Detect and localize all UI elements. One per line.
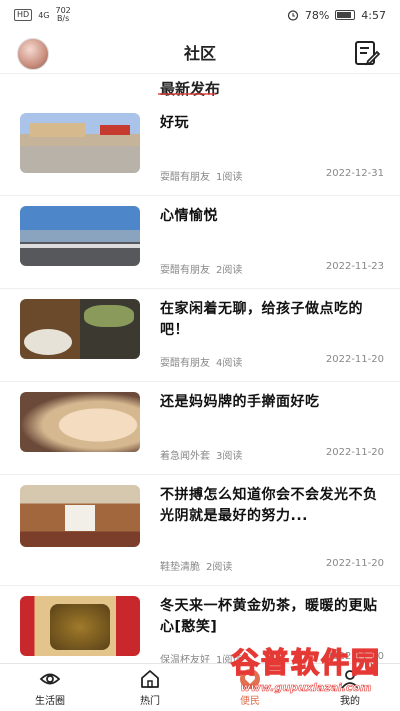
post-reads: 1阅读 — [216, 172, 243, 183]
post-author: 保温杯友好 — [160, 655, 210, 663]
post-date: 2022-12-31 — [325, 168, 384, 179]
user-icon — [341, 670, 359, 689]
post-item[interactable]: 冬天来一杯黄金奶茶，暖暖的更贴心[憨笑] 保温杯友好 1阅读 2022-11-2… — [0, 586, 400, 663]
heart-icon — [240, 669, 260, 689]
post-feed[interactable]: 最新发布 好玩 耍醋有朋友 1阅读 2022-12-31 心情愉悦 耍醋有朋友 … — [0, 75, 400, 663]
post-reads: 2阅读 — [216, 265, 243, 276]
post-thumbnail — [20, 206, 140, 266]
post-thumbnail — [20, 485, 140, 547]
alarm-icon — [287, 10, 298, 21]
tab-label: 热门 — [140, 696, 160, 707]
post-meta: 着急闻外套 3阅读 2022-11-20 — [160, 447, 384, 462]
post-author: 耍醋有朋友 — [160, 172, 210, 183]
tab-mine[interactable]: 我的 — [300, 664, 400, 711]
post-item[interactable]: 不拼搏怎么知道你会不会发光不负光阴就是最好的努力... 鞋垫清脆 2阅读 202… — [0, 475, 400, 586]
post-meta: 鞋垫清脆 2阅读 2022-11-20 — [160, 558, 384, 573]
tab-label: 生活圈 — [35, 696, 65, 707]
tab-life-circle[interactable]: 生活圈 — [0, 664, 100, 711]
home-icon — [141, 670, 159, 688]
post-author: 着急闻外套 — [160, 451, 210, 462]
post-date: 2022-11-20 — [325, 447, 384, 458]
post-title: 在家闲着无聊，给孩子做点吃的吧！ — [160, 301, 363, 338]
tab-label: 我的 — [340, 696, 360, 707]
post-meta: 耍醋有朋友 4阅读 2022-11-20 — [160, 354, 384, 369]
post-thumbnail — [20, 299, 140, 359]
tab-hot[interactable]: 热门 — [100, 664, 200, 711]
post-title: 心情愉悦 — [160, 208, 218, 224]
avatar[interactable] — [17, 38, 49, 70]
post-date: 2022-11-23 — [325, 261, 384, 272]
post-title: 冬天来一杯黄金奶茶，暖暖的更贴心[憨笑] — [160, 598, 378, 635]
post-date: 2022-11-20 — [325, 558, 384, 569]
post-meta: 耍醋有朋友 2阅读 2022-11-23 — [160, 261, 384, 276]
post-info: 冬天来一杯黄金奶茶，暖暖的更贴心[憨笑] 保温杯友好 1阅读 2022-11-2… — [160, 596, 384, 663]
battery-icon — [335, 10, 356, 20]
post-info: 好玩 耍醋有朋友 1阅读 2022-12-31 — [160, 113, 384, 185]
post-item[interactable]: 在家闲着无聊，给孩子做点吃的吧！ 耍醋有朋友 4阅读 2022-11-20 — [0, 289, 400, 382]
post-item[interactable]: 还是妈妈牌的手擀面好吃 着急闻外套 3阅读 2022-11-20 — [0, 382, 400, 475]
battery-percent: 78% — [304, 8, 330, 22]
status-left: HD 4G 702 B/s — [14, 7, 71, 23]
post-author: 耍醋有朋友 — [160, 265, 210, 276]
app-header: 社区 — [0, 30, 400, 74]
post-item[interactable]: 心情愉悦 耍醋有朋友 2阅读 2022-11-23 — [0, 196, 400, 289]
post-author: 耍醋有朋友 — [160, 358, 210, 369]
post-reads: 4阅读 — [216, 358, 243, 369]
post-info: 心情愉悦 耍醋有朋友 2阅读 2022-11-23 — [160, 206, 384, 278]
post-author: 鞋垫清脆 — [160, 562, 200, 573]
post-date: 2022-11-20 — [325, 651, 384, 662]
tab-convenience[interactable]: 便民 — [200, 664, 300, 711]
network-badge: HD — [14, 9, 33, 21]
post-title: 不拼搏怎么知道你会不会发光不负光阴就是最好的努力... — [160, 487, 378, 524]
post-thumbnail — [20, 392, 140, 452]
status-bar: HD 4G 702 B/s 78% 4:57 — [0, 0, 400, 30]
post-title: 好玩 — [160, 115, 189, 131]
status-right: 78% 4:57 — [287, 9, 386, 22]
eye-icon — [39, 673, 61, 685]
section-title-text: 最新发布 — [159, 80, 220, 98]
tab-label: 便民 — [240, 696, 260, 707]
post-info: 不拼搏怎么知道你会不会发光不负光阴就是最好的努力... 鞋垫清脆 2阅读 202… — [160, 485, 384, 575]
post-thumbnail — [20, 113, 140, 173]
edit-post-icon[interactable] — [354, 40, 380, 66]
post-reads: 2阅读 — [206, 562, 233, 573]
post-thumbnail — [20, 596, 140, 656]
post-meta: 耍醋有朋友 1阅读 2022-12-31 — [160, 168, 384, 183]
signal-indicator: 4G — [38, 10, 50, 20]
post-info: 在家闲着无聊，给孩子做点吃的吧！ 耍醋有朋友 4阅读 2022-11-20 — [160, 299, 384, 371]
post-meta: 保温杯友好 1阅读 2022-11-20 — [160, 651, 384, 663]
post-title: 还是妈妈牌的手擀面好吃 — [160, 394, 320, 410]
post-reads: 3阅读 — [216, 451, 243, 462]
post-date: 2022-11-20 — [325, 354, 384, 365]
network-speed-unit: B/s — [56, 14, 70, 23]
section-title: 最新发布 — [0, 75, 400, 103]
page-title: 社区 — [183, 43, 216, 63]
post-reads: 1阅读 — [216, 655, 243, 663]
post-item[interactable]: 好玩 耍醋有朋友 1阅读 2022-12-31 — [0, 103, 400, 196]
bottom-tab-bar: 生活圈 热门 便民 我的 — [0, 663, 400, 711]
post-info: 还是妈妈牌的手擀面好吃 着急闻外套 3阅读 2022-11-20 — [160, 392, 384, 464]
clock: 4:57 — [361, 8, 386, 22]
network-speed: 702 B/s — [55, 7, 70, 23]
